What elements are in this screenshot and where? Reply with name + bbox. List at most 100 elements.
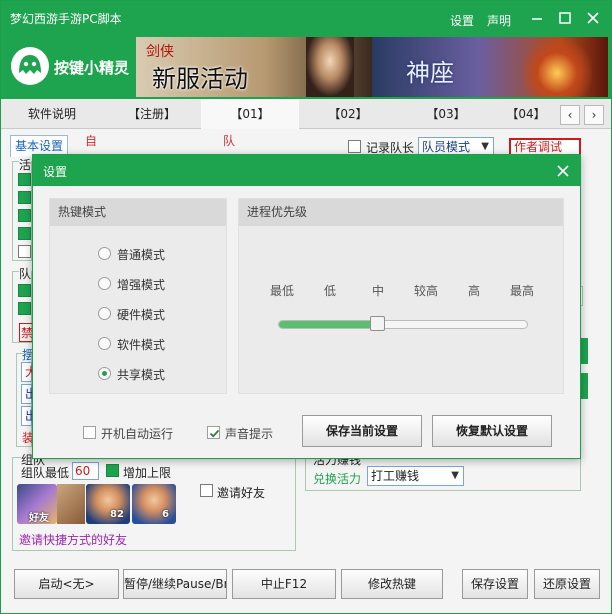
increase-limit-label: 增加上限 — [123, 466, 172, 480]
avatar-friend[interactable]: 好友 — [17, 484, 57, 524]
banner-right[interactable]: 神座 — [372, 37, 608, 97]
save-settings-button[interactable]: 保存设置 — [462, 569, 528, 599]
avatar-friend-extra — [57, 484, 85, 524]
tab-software-info[interactable]: 软件说明 — [1, 99, 103, 129]
activity-checkbox-1[interactable] — [18, 173, 31, 186]
activity-checkbox-2[interactable] — [18, 191, 31, 204]
avatar-2[interactable]: 82 — [86, 484, 130, 524]
row-label-2: 队 — [19, 265, 32, 282]
activity-checkbox-3[interactable] — [18, 209, 31, 222]
radio-shared[interactable] — [98, 367, 111, 380]
dialog-title-bar[interactable]: 设置 — [33, 155, 580, 186]
banner-right-character — [522, 37, 592, 97]
sound-label: 声音提示 — [225, 427, 274, 441]
radio-software[interactable] — [98, 337, 111, 350]
radio-enhanced[interactable] — [98, 277, 111, 290]
banner-left-text: 新服活动 — [152, 65, 248, 93]
radio-software-label: 软件模式 — [117, 338, 166, 352]
tab-04[interactable]: 【04】 — [495, 99, 557, 129]
misc-select-3[interactable]: 出 — [21, 406, 37, 426]
sound-checkbox[interactable] — [207, 426, 220, 439]
modify-hotkey-button[interactable]: 修改热键 — [341, 569, 443, 599]
settings-link[interactable]: 设置 — [450, 12, 474, 29]
app-window: 梦幻西游手游PC脚本 设置 声明 按键小精灵 剑侠 新服活动 神座 软件说明 【… — [0, 0, 612, 614]
radio-hardware[interactable] — [98, 307, 111, 320]
restore-default-settings-button[interactable]: 恢复默认设置 — [432, 415, 552, 447]
team-label: 队 — [223, 134, 236, 148]
logo-sprite-icon — [19, 55, 41, 74]
banner-left-character — [306, 37, 354, 97]
logo — [11, 47, 49, 85]
process-priority-title: 进程优先级 — [239, 199, 563, 226]
author-debug-label: 作者调试 — [514, 140, 563, 154]
radio-shared-label: 共享模式 — [117, 368, 166, 382]
tab-next-button[interactable]: › — [584, 105, 604, 125]
tab-prev-button[interactable]: ‹ — [560, 105, 580, 125]
dialog-title: 设置 — [43, 165, 68, 179]
right-green-button-2[interactable] — [580, 373, 588, 399]
minimize-icon — [532, 18, 542, 20]
radio-normal[interactable] — [98, 247, 111, 260]
team-checkbox-1[interactable] — [18, 284, 31, 297]
priority-label-above-normal: 较高 — [413, 284, 438, 298]
tab-register[interactable]: 【注册】 — [103, 99, 201, 129]
increase-limit-checkbox[interactable] — [106, 464, 119, 477]
misc-select-1[interactable]: 大 — [21, 362, 37, 382]
start-button[interactable]: 启动<无> — [14, 569, 119, 599]
avatar-3[interactable]: 6 — [132, 484, 176, 524]
priority-label-high: 高 — [467, 284, 480, 298]
radio-hardware-label: 硬件模式 — [117, 308, 166, 322]
banner-left-game-logo: 剑侠 — [146, 44, 174, 60]
exchange-vitality-label: 兑换活力 — [313, 472, 362, 486]
tab-03[interactable]: 【03】 — [397, 99, 495, 129]
maximize-button[interactable] — [554, 7, 576, 29]
banner-right-text: 神座 — [406, 59, 454, 87]
activity-checkbox-5[interactable] — [18, 245, 31, 258]
logo-text: 按键小精灵 — [54, 59, 130, 77]
row-label-1: 活 — [19, 156, 32, 173]
main-tabs: 软件说明 【注册】 【01】 【02】 【03】 【04】 ‹ › — [1, 99, 611, 129]
close-button[interactable] — [582, 7, 604, 29]
stop-button[interactable]: 中止F12 — [232, 569, 336, 599]
dialog-close-button[interactable] — [555, 163, 571, 179]
minimize-button[interactable] — [526, 7, 548, 29]
settings-dialog: 设置 热键模式 普通模式 增强模式 硬件模式 软件模式 共享模式 进程优先级 最… — [32, 154, 581, 459]
invite-friend-checkbox[interactable] — [200, 484, 213, 497]
team-min-input[interactable]: 60 — [72, 462, 99, 480]
exchange-select[interactable]: 打工赚钱 ▼ — [367, 466, 464, 486]
priority-label-low: 低 — [323, 284, 336, 298]
radio-enhanced-label: 增强模式 — [117, 278, 166, 292]
priority-slider-thumb[interactable] — [370, 316, 385, 331]
activity-checkbox-4[interactable] — [18, 227, 31, 240]
title-bar[interactable]: 梦幻西游手游PC脚本 设置 声明 — [1, 1, 611, 33]
invite-shortcut-label: 邀请快捷方式的好友 — [19, 533, 128, 547]
restore-settings-button[interactable]: 还原设置 — [534, 569, 600, 599]
statement-link[interactable]: 声明 — [487, 12, 511, 29]
priority-slider-fill — [279, 321, 379, 328]
right-green-button-1[interactable] — [580, 338, 588, 364]
team-checkbox-2[interactable] — [18, 302, 31, 315]
close-icon — [557, 165, 569, 177]
banner-left[interactable]: 剑侠 新服活动 — [136, 37, 372, 97]
pause-resume-button[interactable]: 暂停/继续Pause/Break — [123, 569, 227, 599]
record-leader-checkbox[interactable] — [348, 140, 361, 153]
misc-select-2[interactable]: 出 — [21, 384, 37, 404]
exchange-select-value: 打工赚钱 — [371, 469, 420, 483]
header: 按键小精灵 剑侠 新服活动 神座 — [1, 33, 611, 99]
autostart-checkbox[interactable] — [83, 426, 96, 439]
ad-banner[interactable]: 剑侠 新服活动 神座 — [136, 37, 608, 97]
priority-slider[interactable] — [278, 320, 528, 329]
tab-02[interactable]: 【02】 — [299, 99, 397, 129]
maximize-icon — [559, 12, 571, 24]
radio-normal-label: 普通模式 — [117, 248, 166, 262]
tab-01[interactable]: 【01】 — [201, 99, 299, 129]
avatar-3-label: 6 — [162, 509, 169, 520]
save-current-settings-button[interactable]: 保存当前设置 — [302, 415, 422, 447]
checkmark-icon — [209, 429, 220, 438]
priority-label-normal: 中 — [371, 284, 384, 298]
dropdown-arrow-icon: ▼ — [451, 470, 459, 481]
self-label: 自 — [85, 134, 98, 148]
hotkey-mode-panel: 热键模式 普通模式 增强模式 硬件模式 软件模式 共享模式 — [49, 198, 227, 394]
chevron-left-icon: ‹ — [567, 108, 573, 122]
autostart-label: 开机自动运行 — [101, 427, 174, 441]
